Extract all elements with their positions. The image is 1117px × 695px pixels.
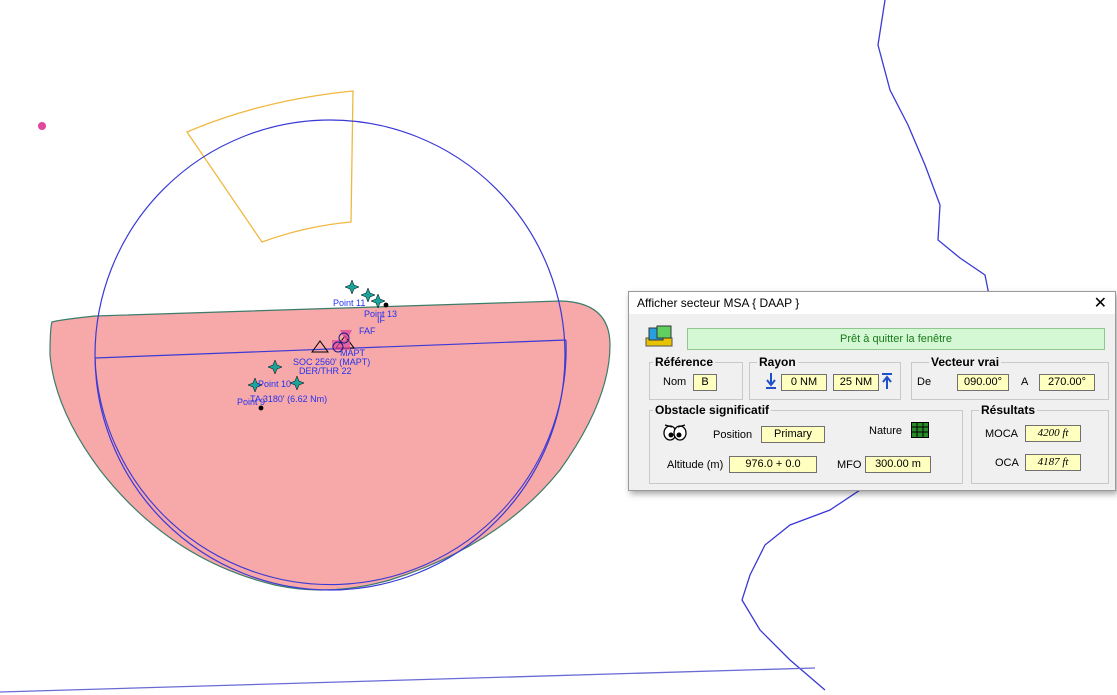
vecteur-title: Vecteur vrai xyxy=(929,355,1002,369)
oca-field: 4187 ft xyxy=(1025,454,1081,471)
a-field[interactable]: 270.00° xyxy=(1039,374,1095,391)
rayon-min-field[interactable]: 0 NM xyxy=(781,374,827,391)
oca-label: OCA xyxy=(995,457,1019,469)
moca-label: MOCA xyxy=(985,428,1018,440)
label-point9: Point 9 xyxy=(237,397,265,407)
nature-label: Nature xyxy=(869,425,903,437)
label-point10: Point 10 xyxy=(258,379,291,389)
reference-title: Référence xyxy=(653,355,716,369)
position-label: Position xyxy=(713,429,753,441)
mfo-field[interactable]: 300.00 m xyxy=(865,456,931,473)
msa-dialog: Afficher secteur MSA { DAAP } ✕ Prêt à q… xyxy=(628,291,1116,491)
close-icon[interactable]: ✕ xyxy=(1094,293,1107,313)
arc-sector xyxy=(186,90,354,243)
label-der: DER/THR 22 xyxy=(299,366,352,376)
group-resultats xyxy=(971,410,1109,484)
de-label: De xyxy=(917,376,932,388)
label-point11: Point 11 xyxy=(333,298,365,308)
rayon-max-field[interactable]: 25 NM xyxy=(833,374,879,391)
nom-field[interactable]: B xyxy=(693,374,717,391)
resultats-title: Résultats xyxy=(979,403,1038,417)
altitude-label: Altitude (m) xyxy=(667,459,724,471)
label-faf: FAF xyxy=(359,326,376,336)
fix-point13-icon xyxy=(370,293,386,309)
mfo-label: MFO xyxy=(837,459,862,471)
moca-field: 4200 ft xyxy=(1025,425,1081,442)
msa-sector-fill xyxy=(49,300,611,591)
dialog-title: Afficher secteur MSA { DAAP } xyxy=(637,296,800,310)
point13-dot xyxy=(383,302,389,308)
eyes-icon xyxy=(663,424,687,441)
fix-point11-icon xyxy=(344,279,360,295)
altitude-field[interactable]: 976.0 + 0.0 xyxy=(729,456,817,473)
status-bar: Prêt à quitter la fenêtre xyxy=(687,328,1105,350)
position-field[interactable]: Primary xyxy=(761,426,825,443)
de-field[interactable]: 090.00° xyxy=(957,374,1009,391)
arrow-down-icon[interactable] xyxy=(765,372,777,390)
dialog-titlebar[interactable]: Afficher secteur MSA { DAAP } ✕ xyxy=(629,292,1115,314)
app-icon xyxy=(645,325,673,347)
boundary-bottom xyxy=(0,667,816,693)
arrow-up-icon[interactable] xyxy=(881,372,893,390)
marker-dot xyxy=(38,122,46,130)
a-label: A xyxy=(1021,376,1029,388)
obstacle-title: Obstacle significatif xyxy=(653,403,772,417)
label-if: IF xyxy=(377,315,386,325)
nom-label: Nom xyxy=(663,376,687,388)
rayon-title: Rayon xyxy=(757,355,798,369)
nature-grid-icon[interactable] xyxy=(911,422,929,438)
